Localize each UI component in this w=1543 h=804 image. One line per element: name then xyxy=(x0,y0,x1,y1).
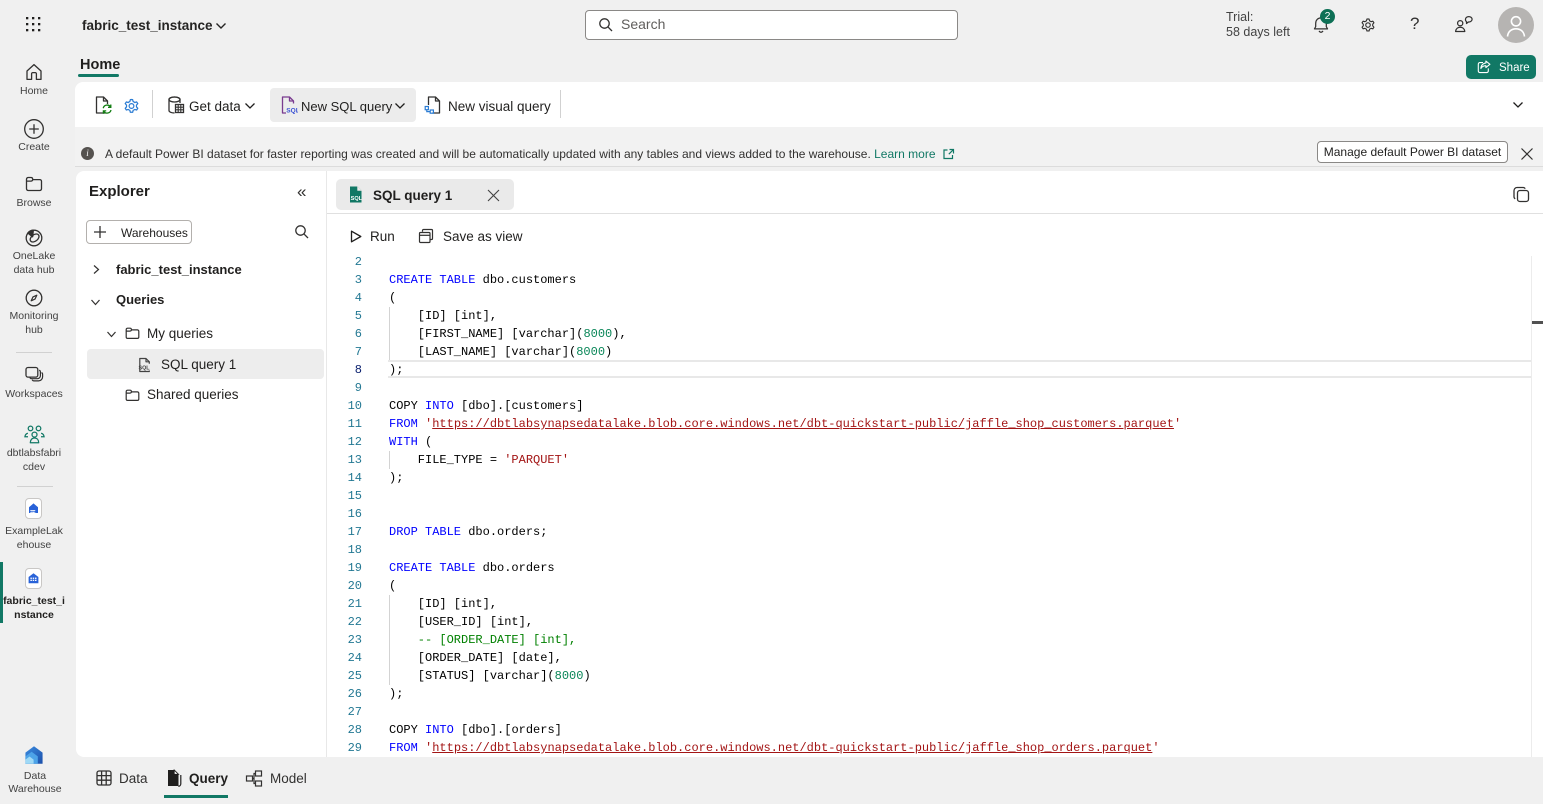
svg-text:SQL: SQL xyxy=(139,366,151,372)
svg-text:SQL: SQL xyxy=(286,108,298,115)
svg-text:SQL: SQL xyxy=(351,196,363,202)
